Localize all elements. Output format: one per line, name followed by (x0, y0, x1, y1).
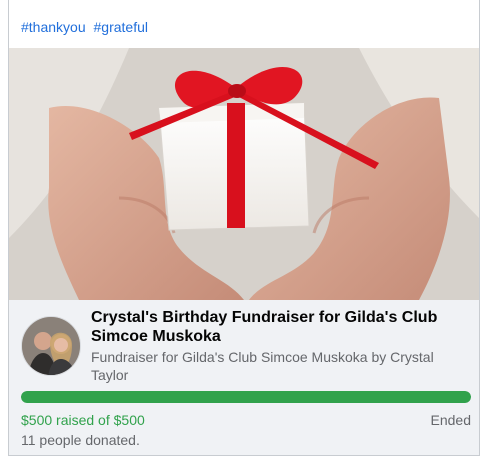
post-container: #thankyou #grateful Crystal's Birthday F… (8, 0, 480, 456)
fundraiser-card[interactable]: Crystal's Birthday Fundraiser for Gilda'… (9, 300, 479, 455)
donor-count: 11 people donated. (21, 432, 140, 448)
gift-in-hands-image (9, 48, 479, 300)
amount-raised: $500 raised of $500 (21, 412, 145, 428)
post-hashtags: #thankyou #grateful (21, 19, 152, 35)
hashtag-link-grateful[interactable]: #grateful (94, 19, 148, 35)
avatar[interactable] (21, 316, 81, 376)
avatar-photo-icon (22, 317, 80, 375)
fundraiser-subtitle: Fundraiser for Gilda's Club Simcoe Musko… (91, 349, 434, 383)
hashtag-link-thankyou[interactable]: #thankyou (21, 19, 86, 35)
status-badge: Ended (430, 412, 471, 428)
progress-bar-fill (21, 391, 471, 403)
fundraiser-title[interactable]: Crystal's Birthday Fundraiser for Gilda'… (91, 308, 471, 346)
gift-photo[interactable] (9, 48, 479, 300)
progress-bar (21, 391, 471, 403)
truncated-post-text (9, 0, 479, 5)
